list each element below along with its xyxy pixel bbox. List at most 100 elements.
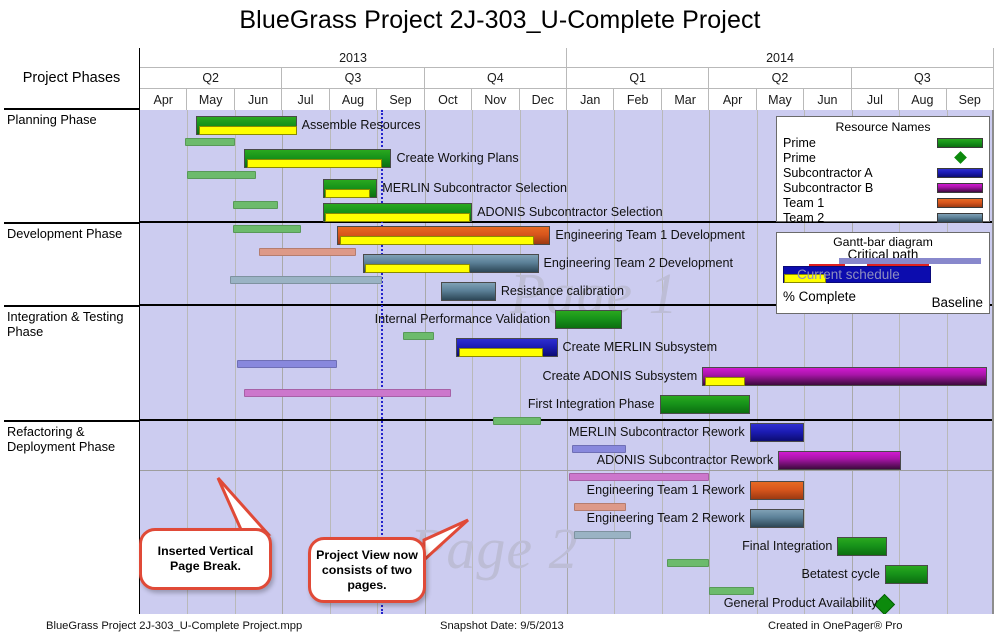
callout-page-break: Inserted Vertical Page Break. bbox=[139, 528, 272, 590]
pct-complete-bar bbox=[199, 126, 297, 135]
legend-item-label: Team 2 bbox=[783, 210, 825, 225]
baseline-bar bbox=[230, 276, 382, 284]
task-label: ADONIS Subcontractor Selection bbox=[477, 205, 663, 219]
month-cell-apr-0: Apr bbox=[140, 89, 188, 110]
timeline-header: 2013 2014 Q2 Q3 Q4 Q1 Q2 Q3 Apr May Jun Jul Aug Sep… bbox=[140, 48, 994, 110]
task-label: Resistance calibration bbox=[500, 284, 625, 298]
month-cell-may-13: May bbox=[756, 89, 805, 110]
section-divider-3 bbox=[140, 419, 992, 421]
legend-item-label: Prime bbox=[783, 135, 816, 150]
task-label: Engineering Team 1 Rework bbox=[586, 483, 745, 497]
quarter-cell-q3-5: Q3 bbox=[851, 68, 994, 89]
footer: BlueGrass Project 2J-303_U-Complete Proj… bbox=[0, 618, 1000, 638]
baseline-bar bbox=[187, 171, 257, 179]
gantt-bar[interactable] bbox=[702, 367, 987, 386]
month-cell-sep-17: Sep bbox=[946, 89, 994, 110]
year-row: 2013 2014 bbox=[140, 48, 994, 68]
gantt-page: BlueGrass Project 2J-303_U-Complete Proj… bbox=[0, 0, 1000, 638]
resource-legend: Resource Names Prime Prime Subcontractor A… bbox=[776, 116, 990, 225]
page-title: BlueGrass Project 2J-303_U-Complete Proj… bbox=[239, 6, 761, 34]
legend-swatch-magenta bbox=[937, 182, 983, 193]
quarter-row: Q2 Q3 Q4 Q1 Q2 Q3 bbox=[140, 68, 994, 89]
legend-swatch-teal bbox=[937, 212, 983, 223]
phase-label-development: Development Phase bbox=[4, 222, 140, 305]
legend-baseline-bar bbox=[839, 258, 981, 264]
month-cell-jul-3: Jul bbox=[282, 89, 330, 110]
baseline-bar bbox=[403, 332, 435, 340]
month-cell-aug-4: Aug bbox=[329, 89, 378, 110]
resource-legend-rows: Prime Prime Subcontractor A Subcontractor B… bbox=[783, 135, 983, 225]
task-label: Engineering Team 2 Rework bbox=[586, 511, 745, 525]
legend-item-label: Subcontractor A bbox=[783, 165, 873, 180]
gantt-bar[interactable] bbox=[555, 310, 622, 329]
month-cell-apr-12: Apr bbox=[709, 89, 757, 110]
task-label: Internal Performance Validation bbox=[374, 312, 551, 326]
legend-row-3: Subcontractor B bbox=[783, 180, 983, 195]
year-cell-2014-1: 2014 bbox=[567, 48, 994, 68]
phase-label-integration: Integration & Testing Phase bbox=[4, 305, 140, 420]
pct-complete-bar bbox=[246, 159, 382, 168]
quarter-cell-q2-0: Q2 bbox=[140, 68, 283, 89]
gantt-bar[interactable] bbox=[749, 481, 805, 500]
baseline-bar bbox=[569, 473, 710, 481]
baseline-bar bbox=[258, 248, 356, 256]
project-phases-header: Project Phases bbox=[4, 48, 140, 110]
callout-two-pages: Project View now consists of two pages. bbox=[308, 537, 426, 603]
phase-label-planning: Planning Phase bbox=[7, 112, 97, 127]
footer-snapshot-date: Snapshot Date: 9/5/2013 bbox=[440, 620, 564, 632]
gantt-bar[interactable] bbox=[659, 395, 750, 414]
project-phases-label: Project Phases bbox=[22, 70, 121, 86]
pct-complete-bar bbox=[458, 348, 544, 357]
gantt-bar[interactable] bbox=[884, 565, 928, 584]
gantt-bar[interactable] bbox=[749, 509, 805, 528]
month-cell-may-1: May bbox=[187, 89, 235, 110]
gantt-bar[interactable] bbox=[778, 451, 902, 470]
legend-swatch-green bbox=[937, 137, 983, 148]
task-label: Create MERLIN Subsystem bbox=[562, 340, 718, 354]
month-cell-jan-9: Jan bbox=[567, 89, 615, 110]
task-label: ADONIS Subcontractor Rework bbox=[596, 453, 774, 467]
month-cell-dec-8: Dec bbox=[519, 89, 567, 110]
legend-item-label: Subcontractor B bbox=[783, 180, 874, 195]
gantt-bar[interactable] bbox=[441, 282, 496, 301]
legend-baseline-label: Baseline bbox=[931, 295, 983, 310]
task-label: General Product Availability bbox=[723, 596, 878, 610]
gantt-legend-sample-bar: Current schedule bbox=[783, 263, 983, 285]
legend-row-1: Prime bbox=[783, 150, 983, 165]
baseline-bar bbox=[185, 138, 235, 146]
month-cell-nov-7: Nov bbox=[472, 89, 520, 110]
footer-credit: Created in OnePager® Pro bbox=[768, 620, 903, 632]
legend-swatch-blue bbox=[937, 167, 983, 178]
baseline-bar bbox=[232, 225, 302, 233]
task-label: Assemble Resources bbox=[301, 118, 421, 132]
section-divider-4 bbox=[140, 470, 992, 471]
task-label: Create ADONIS Subsystem bbox=[542, 369, 698, 383]
month-cell-aug-16: Aug bbox=[899, 89, 947, 110]
legend-milestone-diamond-icon bbox=[954, 151, 967, 164]
phase-column: Planning Phase Development Phase Integra… bbox=[4, 110, 140, 614]
month-row: Apr May Jun Jul Aug Sep Oct Nov Dec Jan Feb Mar Apr M… bbox=[140, 89, 994, 110]
quarter-cell-q2-4: Q2 bbox=[709, 68, 852, 89]
task-label: MERLIN Subcontractor Rework bbox=[568, 425, 745, 439]
gantt-bar-legend: Gantt-bar diagram Critical path Current … bbox=[776, 232, 990, 314]
task-label: Engineering Team 1 Development bbox=[555, 228, 745, 242]
month-cell-jun-2: Jun bbox=[234, 89, 283, 110]
legend-current-schedule-label: Current schedule bbox=[797, 267, 900, 282]
pct-complete-bar bbox=[340, 236, 534, 245]
task-label: MERLIN Subcontractor Selection bbox=[382, 181, 568, 195]
legend-row-4: Team 1 bbox=[783, 195, 983, 210]
month-cell-jun-14: Jun bbox=[804, 89, 852, 110]
legend-pct-complete-label: % Complete bbox=[783, 289, 856, 304]
month-cell-sep-5: Sep bbox=[377, 89, 425, 110]
legend-item-label: Prime bbox=[783, 150, 816, 165]
month-cell-oct-6: Oct bbox=[424, 89, 473, 110]
month-cell-feb-10: Feb bbox=[614, 89, 662, 110]
gantt-bar[interactable] bbox=[837, 537, 888, 556]
baseline-bar bbox=[232, 201, 278, 209]
legend-item-label: Team 1 bbox=[783, 195, 825, 210]
quarter-cell-q1-3: Q1 bbox=[567, 68, 710, 89]
task-label: First Integration Phase bbox=[527, 397, 655, 411]
gantt-bar[interactable] bbox=[749, 423, 805, 442]
task-label: Engineering Team 2 Development bbox=[543, 256, 734, 270]
pct-complete-bar bbox=[325, 189, 371, 198]
